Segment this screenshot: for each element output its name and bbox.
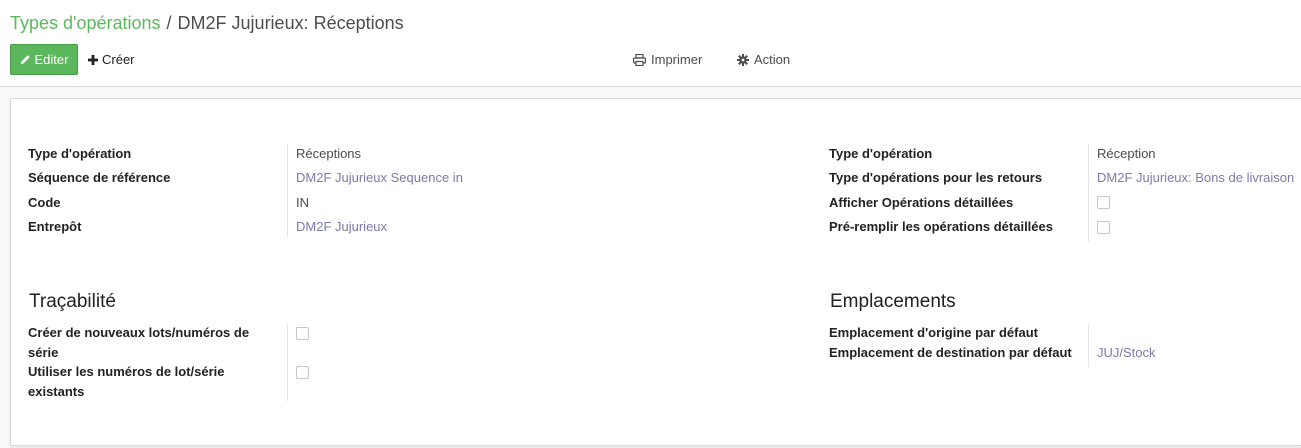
left-group-divider <box>287 144 288 238</box>
use-existing-label-line2: existants <box>28 384 85 399</box>
show-detailed-checkbox[interactable] <box>1097 196 1110 209</box>
pencil-icon <box>20 55 30 65</box>
use-existing-label-line1: Utiliser les numéros de lot/série <box>28 364 225 379</box>
sequence-link[interactable]: DM2F Jujurieux Sequence in <box>296 168 463 188</box>
code-label: Code <box>28 195 61 210</box>
edit-button-label: Editer <box>34 52 69 67</box>
create-lots-label-line1: Créer de nouveaux lots/numéros de <box>28 325 250 340</box>
print-button-label: Imprimer <box>651 52 703 67</box>
edit-button[interactable]: Editer <box>10 44 78 75</box>
source-location-label: Emplacement d'origine par défaut <box>829 325 1038 340</box>
create-button-label: Créer <box>102 52 135 67</box>
action-dropdown-button[interactable]: Action <box>737 44 790 75</box>
warehouse-link[interactable]: DM2F Jujurieux <box>296 217 387 237</box>
right-operation-type-value: Réception <box>1097 146 1156 161</box>
warehouse-label: Entrepôt <box>28 219 82 234</box>
breadcrumb: Types d'opérations / DM2F Jujurieux: Récep… <box>10 13 404 34</box>
gear-icon <box>737 53 749 66</box>
right-operation-type-label: Type d'opération <box>829 146 933 161</box>
breadcrumb-parent-link[interactable]: Types d'opérations <box>10 13 161 33</box>
plus-icon <box>88 54 98 65</box>
print-dropdown-button[interactable]: Imprimer <box>633 44 702 75</box>
sequence-label: Séquence de référence <box>28 170 171 185</box>
control-panel: Types d'opérations / DM2F Jujurieux: Récep… <box>0 0 1301 87</box>
traceability-title: Traçabilité <box>29 291 116 312</box>
code-value: IN <box>296 195 309 210</box>
create-lots-label: Créer de nouveaux lots/numéros de série <box>28 323 258 363</box>
locations-divider <box>1088 323 1089 367</box>
traceability-divider <box>287 323 288 401</box>
create-lots-label-line2: série <box>28 345 59 360</box>
form-sheet: Type d'opération Réceptions Séquence de … <box>10 98 1301 446</box>
show-detailed-label: Afficher Opérations détaillées <box>829 195 1014 210</box>
operation-type-value: Réceptions <box>296 146 362 161</box>
return-type-link[interactable]: DM2F Jujurieux: Bons de livraison <box>1097 168 1294 188</box>
right-group-divider <box>1088 144 1089 242</box>
create-lots-checkbox[interactable] <box>296 327 309 340</box>
prefill-detailed-label: Pré-remplir les opérations détaillées <box>829 219 1053 234</box>
use-existing-label: Utiliser les numéros de lot/série exista… <box>28 362 258 402</box>
return-type-label: Type d'opérations pour les retours <box>829 170 1043 185</box>
destination-location-link[interactable]: JUJ/Stock <box>1097 343 1156 363</box>
action-button-label: Action <box>754 52 791 67</box>
breadcrumb-current: DM2F Jujurieux: Réceptions <box>177 13 404 33</box>
prefill-detailed-checkbox[interactable] <box>1097 221 1110 234</box>
destination-location-label: Emplacement de destination par défaut <box>829 345 1072 360</box>
create-button[interactable]: Créer <box>88 44 135 75</box>
operation-type-label: Type d'opération <box>28 146 132 161</box>
breadcrumb-separator: / <box>166 13 172 33</box>
locations-title: Emplacements <box>830 291 956 312</box>
use-existing-checkbox[interactable] <box>296 366 309 379</box>
print-icon <box>633 53 646 66</box>
